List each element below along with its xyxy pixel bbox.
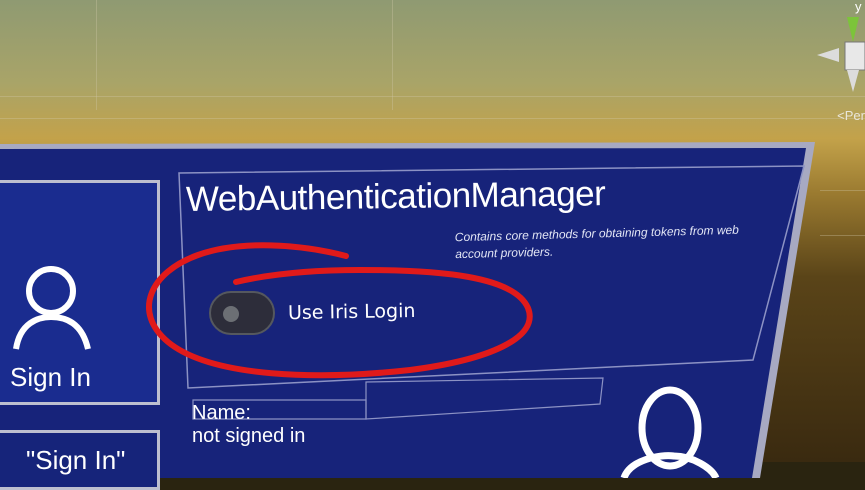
gizmo-y-cone xyxy=(847,17,859,42)
iris-login-label: Use Iris Login xyxy=(287,299,416,325)
signin-status-text: not signed in xyxy=(192,425,306,447)
gizmo-z-cone xyxy=(847,70,859,92)
gizmo-center-cube xyxy=(844,41,865,71)
page-title: WebAuthenticationManager xyxy=(185,174,606,219)
perspective-label[interactable]: <Per xyxy=(837,108,865,123)
sign-in-button-label[interactable]: Sign In xyxy=(10,362,91,393)
user-icon xyxy=(13,266,91,350)
floor-grid-line xyxy=(392,0,393,110)
sign-in-quoted-label[interactable]: "Sign In" xyxy=(26,445,125,476)
name-label: Name: xyxy=(192,402,251,424)
iris-login-toggle[interactable] xyxy=(209,291,275,335)
floor-grid-line xyxy=(96,0,97,110)
floor-grid-line xyxy=(820,235,865,236)
gizmo-axis-label: y xyxy=(855,0,862,14)
scene-gizmo[interactable]: y xyxy=(817,0,865,100)
floor-grid-line xyxy=(0,96,865,97)
gizmo-x-cone xyxy=(817,48,839,62)
floor-grid-line xyxy=(820,190,865,191)
toggle-knob xyxy=(223,306,239,322)
floor-grid-line xyxy=(0,118,865,119)
